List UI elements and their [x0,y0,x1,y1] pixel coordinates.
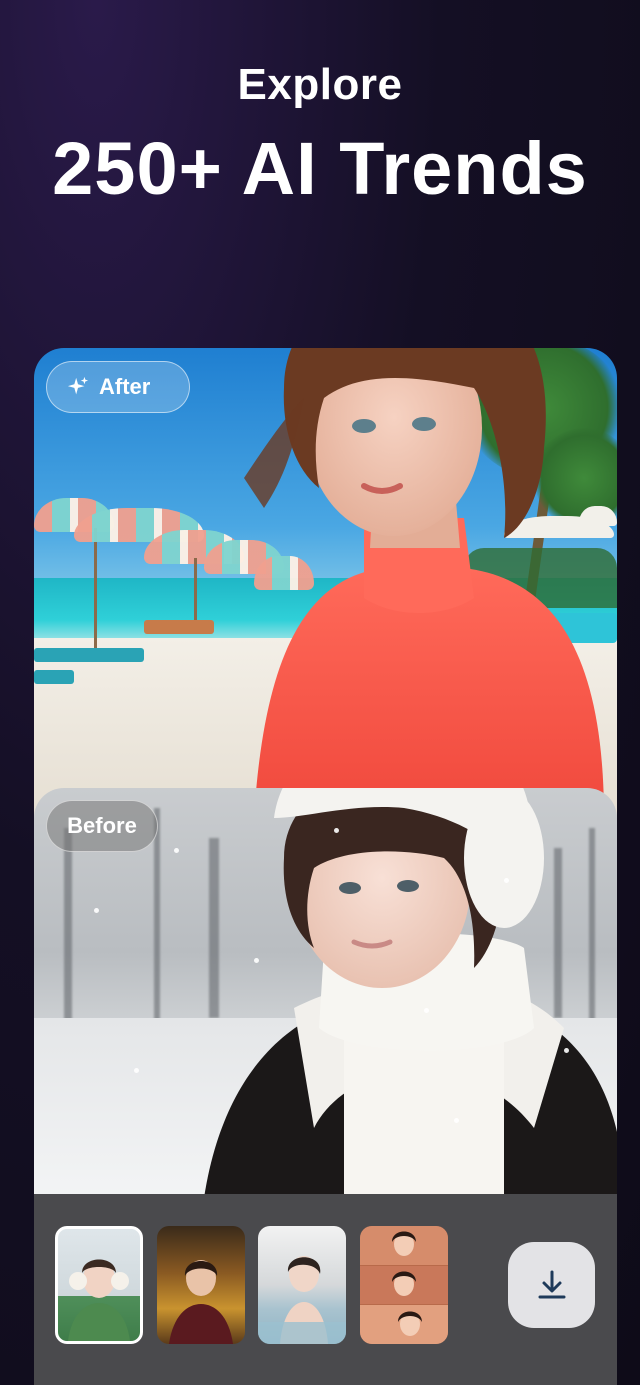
header: Explore 250+ AI Trends [0,60,640,206]
header-title: 250+ AI Trends [52,127,588,210]
style-thumbnail-collage[interactable] [360,1226,448,1344]
umbrella-pole [194,558,197,628]
snowflake [174,848,179,853]
lounger [34,670,74,684]
snowflake [564,1048,569,1053]
download-icon [538,1270,565,1299]
umbrella-pole [94,528,97,648]
download-button[interactable] [508,1242,595,1328]
after-label: After [99,374,151,399]
style-thumbnail-hot-spring[interactable] [258,1226,346,1344]
before-label: Before [67,813,137,838]
snowflake [254,958,259,963]
snowflake [424,1008,429,1013]
snowflake [134,1068,139,1073]
snowflake [334,828,339,833]
after-badge: After [46,361,190,413]
tree [64,828,72,1028]
thumbnail-portrait [68,1259,130,1341]
snowflake [504,878,509,883]
after-image [34,348,617,818]
before-badge: Before [46,800,158,852]
lounger [34,648,144,662]
snowflake [454,1118,459,1123]
woman-red-top [244,348,604,818]
header-subtitle: Explore [237,60,403,109]
tree [154,808,160,1028]
thumbnail-portrait [169,1260,233,1344]
style-thumbnail-earmuffs[interactable] [55,1226,143,1344]
woman-winter-outfit [204,788,617,1198]
sparkle-icon [67,376,89,395]
snowflake [94,908,99,913]
thumbnail-portrait [258,1256,346,1344]
lounger [144,620,214,634]
thumbnail-collage [360,1226,448,1344]
style-thumbnail-palace[interactable] [157,1226,245,1344]
